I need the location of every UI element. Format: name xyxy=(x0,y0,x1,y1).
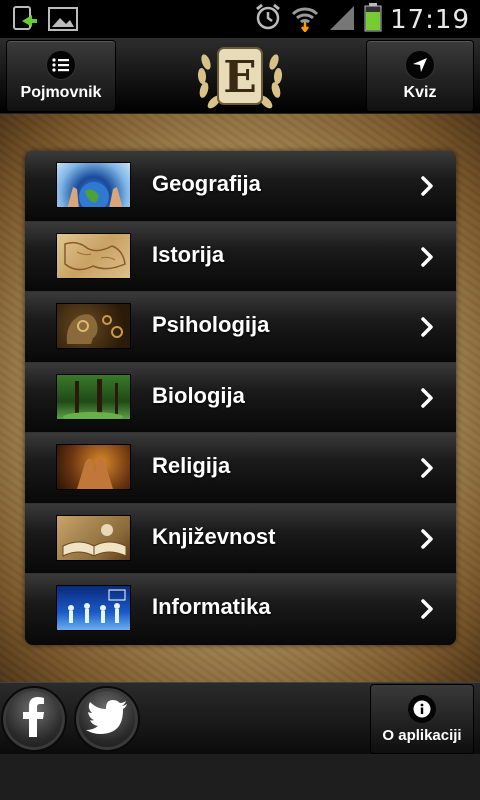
status-bar: 17:19 xyxy=(0,0,480,38)
category-knjizevnost[interactable]: Književnost xyxy=(25,503,456,574)
app-logo: E xyxy=(188,40,292,112)
signal-icon xyxy=(328,2,356,37)
alarm-icon xyxy=(254,2,282,37)
istorija-thumbnail xyxy=(56,232,131,279)
content-area: Geografija Istorija Psihologija Biologij… xyxy=(0,114,480,682)
chevron-right-icon xyxy=(420,528,434,555)
category-psihologija[interactable]: Psihologija xyxy=(25,292,456,363)
category-biologija[interactable]: Biologija xyxy=(25,362,456,433)
informatika-thumbnail xyxy=(56,585,131,631)
category-istorija[interactable]: Istorija xyxy=(25,221,456,292)
clock: 17:19 xyxy=(390,4,470,35)
top-bar: Pojmovnik E Kviz xyxy=(0,38,480,114)
religija-thumbnail xyxy=(56,444,131,490)
pojmovnik-button[interactable]: Pojmovnik xyxy=(6,40,116,112)
chevron-right-icon xyxy=(420,457,434,484)
chevron-right-icon xyxy=(420,598,434,625)
psihologija-thumbnail xyxy=(56,303,131,349)
facebook-button[interactable] xyxy=(1,686,67,752)
category-informatika[interactable]: Informatika xyxy=(25,574,456,645)
system-nav-bar xyxy=(0,754,480,800)
geografija-thumbnail xyxy=(56,162,131,208)
knjizevnost-thumbnail xyxy=(56,514,131,561)
battery-icon xyxy=(364,2,382,37)
chevron-right-icon xyxy=(420,175,434,202)
wifi-icon xyxy=(290,2,320,37)
logo-letter: E xyxy=(223,52,257,103)
category-label: Religija xyxy=(152,453,231,478)
category-label: Književnost xyxy=(152,523,276,549)
pojmovnik-label: Pojmovnik xyxy=(20,84,102,101)
chevron-right-icon xyxy=(420,316,434,343)
kviz-label: Kviz xyxy=(403,84,437,101)
category-label: Geografija xyxy=(152,171,261,196)
category-religija[interactable]: Religija xyxy=(25,433,456,504)
about-label: O aplikaciji xyxy=(382,726,462,744)
download-icon xyxy=(12,5,38,38)
category-label: Istorija xyxy=(152,241,225,267)
biologija-thumbnail xyxy=(56,373,131,420)
chevron-right-icon xyxy=(420,387,434,414)
twitter-button[interactable] xyxy=(74,686,140,752)
chevron-right-icon xyxy=(420,246,434,273)
list-icon xyxy=(46,50,76,80)
category-label: Informatika xyxy=(152,594,271,619)
twitter-icon xyxy=(86,699,128,739)
bottom-bar: O aplikaciji xyxy=(0,682,480,754)
category-label: Biologija xyxy=(152,382,245,408)
category-geografija[interactable]: Geografija xyxy=(25,151,456,222)
category-menu: Geografija Istorija Psihologija Biologij… xyxy=(25,151,456,645)
gallery-icon xyxy=(48,6,78,37)
facebook-icon xyxy=(19,696,49,742)
navigation-arrow-icon xyxy=(405,50,435,80)
category-label: Psihologija xyxy=(152,312,270,337)
info-icon xyxy=(408,694,436,723)
kviz-button[interactable]: Kviz xyxy=(366,40,474,112)
about-button[interactable]: O aplikaciji xyxy=(370,684,474,754)
